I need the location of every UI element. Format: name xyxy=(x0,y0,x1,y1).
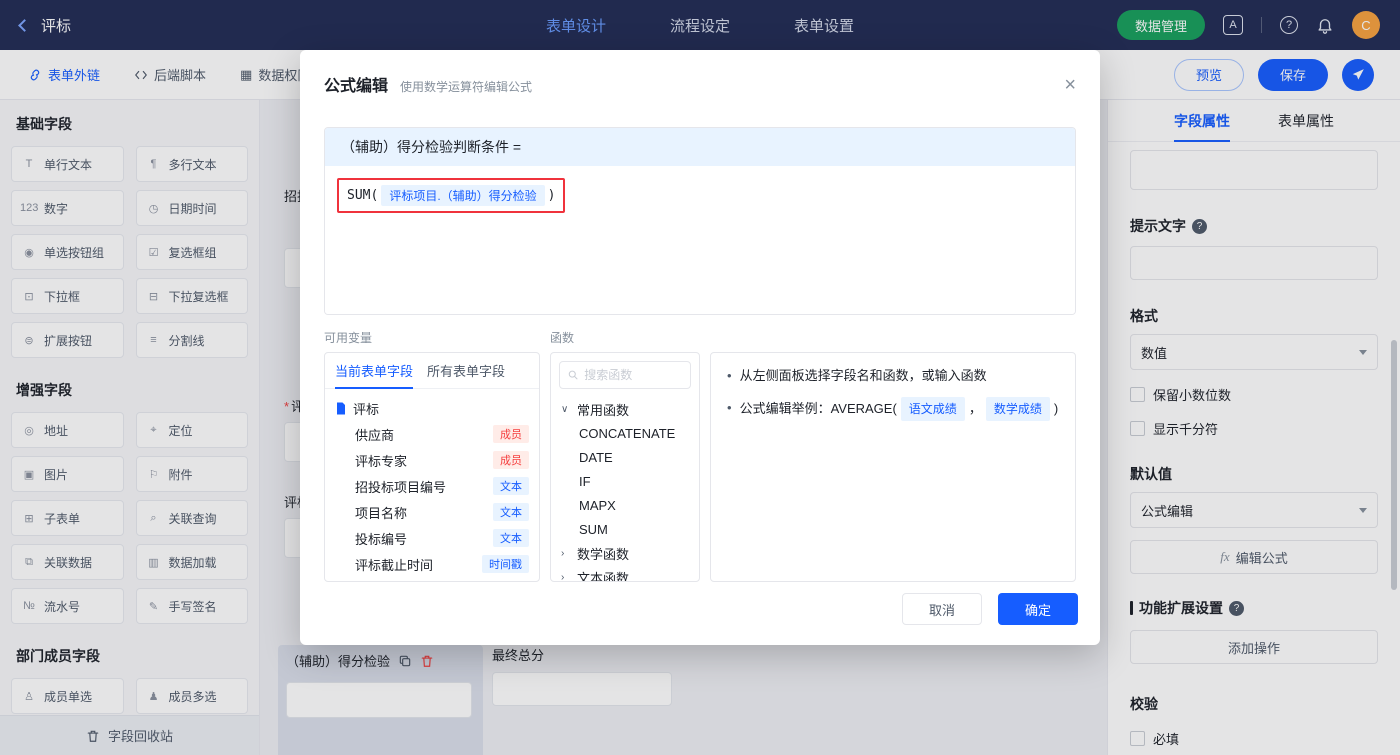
chevron-right-icon: › xyxy=(561,571,565,582)
function-group-common[interactable]: ∨ 常用函数 xyxy=(551,397,699,421)
close-icon[interactable]: × xyxy=(1064,75,1076,95)
function-group-math[interactable]: › 数学函数 xyxy=(551,541,699,565)
bullet-icon: • xyxy=(727,368,732,383)
example-field-tag: 数学成绩 xyxy=(985,397,1050,422)
tip-example-separator: ， xyxy=(968,401,982,417)
example-field-tag: 语文成绩 xyxy=(900,397,965,422)
variable-row[interactable]: 招投标项目编号 文本 xyxy=(335,473,529,499)
field-type-tag: 文本 xyxy=(493,477,529,495)
field-type-tag: 成员 xyxy=(493,451,529,469)
tips-column: • 从左侧面板选择字段名和函数，或输入函数 • 公式编辑举例：AVERAGE( … xyxy=(710,329,1076,582)
tip-text: 从左侧面板选择字段名和函数，或输入函数 xyxy=(739,368,987,383)
search-icon xyxy=(568,370,578,380)
tips-title-spacer xyxy=(710,329,1076,344)
chevron-right-icon: › xyxy=(561,547,565,559)
bullet-icon: • xyxy=(727,400,732,416)
field-type-tag: 文本 xyxy=(493,529,529,547)
formula-prefix: SUM( xyxy=(347,188,379,203)
function-search-input[interactable] xyxy=(584,368,682,382)
function-group-label: 数学函数 xyxy=(577,546,630,562)
function-item[interactable]: SUM xyxy=(551,517,699,541)
tip-example-prefix: 公式编辑举例：AVERAGE( xyxy=(739,401,897,417)
variable-row[interactable]: 评标专家 成员 xyxy=(335,447,529,473)
function-item[interactable]: MAPX xyxy=(551,493,699,517)
function-search[interactable] xyxy=(559,361,691,389)
function-item[interactable]: IF xyxy=(551,469,699,493)
formula-target-label: （辅助）得分检验判断条件 = xyxy=(341,139,522,155)
variable-name: 投标编号 xyxy=(355,531,408,547)
tip-row: • 从左侧面板选择字段名和函数，或输入函数 xyxy=(727,365,1059,387)
modal-footer: 取消 确定 xyxy=(300,593,1100,645)
cancel-button[interactable]: 取消 xyxy=(902,593,982,625)
formula-target-strip: （辅助）得分检验判断条件 = xyxy=(325,128,1075,166)
formula-box: （辅助）得分检验判断条件 = SUM( 评标项目.（辅助）得分检验 ) xyxy=(324,127,1076,315)
variable-row[interactable]: 供应商 成员 xyxy=(335,421,529,447)
function-group-label: 常用函数 xyxy=(577,402,630,418)
tips-panel: • 从左侧面板选择字段名和函数，或输入函数 • 公式编辑举例：AVERAGE( … xyxy=(710,352,1076,582)
confirm-button[interactable]: 确定 xyxy=(998,593,1078,625)
formula-editor-area[interactable]: SUM( 评标项目.（辅助）得分检验 ) xyxy=(325,166,1075,314)
variable-row[interactable]: 评标截止时间 时间戳 xyxy=(335,551,529,577)
document-icon xyxy=(337,402,345,414)
formula-suffix: ) xyxy=(547,188,556,203)
functions-title: 函数 xyxy=(550,331,575,345)
field-type-tag: 文本 xyxy=(493,503,529,521)
variable-name: 评标截止时间 xyxy=(355,557,434,573)
variables-panel: 当前表单字段 所有表单字段 评标 供应商 成员 评标专家 成员 招投标项目编号 文本 … xyxy=(324,352,540,582)
functions-panel: ∨ 常用函数 CONCATENATE DATE IF MAPX SUM › 数学… xyxy=(550,352,700,582)
variable-name: 招投标项目编号 xyxy=(355,479,447,495)
tip-example-suffix: ) xyxy=(1053,401,1059,417)
variable-name: 项目名称 xyxy=(355,505,408,521)
variables-column: 可用变量 当前表单字段 所有表单字段 评标 供应商 成员 评标专家 成员 招投标项目… xyxy=(324,329,540,582)
function-group-text[interactable]: › 文本函数 xyxy=(551,565,699,582)
field-type-tag: 时间戳 xyxy=(482,555,529,573)
variables-title: 可用变量 xyxy=(324,331,373,345)
chevron-down-icon: ∨ xyxy=(561,403,569,415)
variables-root-label: 评标 xyxy=(353,401,380,417)
tab-current-form-fields[interactable]: 当前表单字段 xyxy=(335,353,414,389)
formula-field-tag[interactable]: 评标项目.（辅助）得分检验 xyxy=(381,185,545,206)
tip-example: 公式编辑举例：AVERAGE( 语文成绩 ， 数学成绩 ) xyxy=(739,397,1059,422)
variable-name: 供应商 xyxy=(355,427,395,443)
variable-name: 评标专家 xyxy=(355,453,408,469)
formula-expression-highlight[interactable]: SUM( 评标项目.（辅助）得分检验 ) xyxy=(337,178,566,213)
modal-title: 公式编辑 xyxy=(324,78,389,95)
tab-all-form-fields[interactable]: 所有表单字段 xyxy=(427,353,505,388)
modal-columns: 可用变量 当前表单字段 所有表单字段 评标 供应商 成员 评标专家 成员 招投标项目… xyxy=(324,329,1076,582)
functions-column: 函数 ∨ 常用函数 CONCATENATE DATE IF MAPX SUM xyxy=(550,329,700,582)
field-type-tag: 成员 xyxy=(493,425,529,443)
tip-row: • 公式编辑举例：AVERAGE( 语文成绩 ， 数学成绩 ) xyxy=(727,397,1059,422)
variable-row[interactable]: 投标编号 文本 xyxy=(335,525,529,551)
app-root: 评标 表单设计 流程设定 表单设置 数据管理 A ? C 表单外链 后端脚本 ▦… xyxy=(0,0,1400,755)
function-item[interactable]: DATE xyxy=(551,445,699,469)
function-group-label: 文本函数 xyxy=(577,570,630,582)
modal-subtitle: 使用数学运算符编辑公式 xyxy=(400,80,533,94)
variables-root-node[interactable]: 评标 xyxy=(335,395,529,421)
modal-header: 公式编辑 使用数学运算符编辑公式 × xyxy=(300,50,1100,96)
formula-editor-modal: 公式编辑 使用数学运算符编辑公式 × （辅助）得分检验判断条件 = SUM( 评… xyxy=(300,50,1100,645)
variables-tabs: 当前表单字段 所有表单字段 xyxy=(325,353,539,389)
variables-tree: 评标 供应商 成员 评标专家 成员 招投标项目编号 文本 项目名称 文本 投标编号 文本 … xyxy=(325,389,539,577)
variable-row[interactable]: 项目名称 文本 xyxy=(335,499,529,525)
function-item[interactable]: CONCATENATE xyxy=(551,421,699,445)
